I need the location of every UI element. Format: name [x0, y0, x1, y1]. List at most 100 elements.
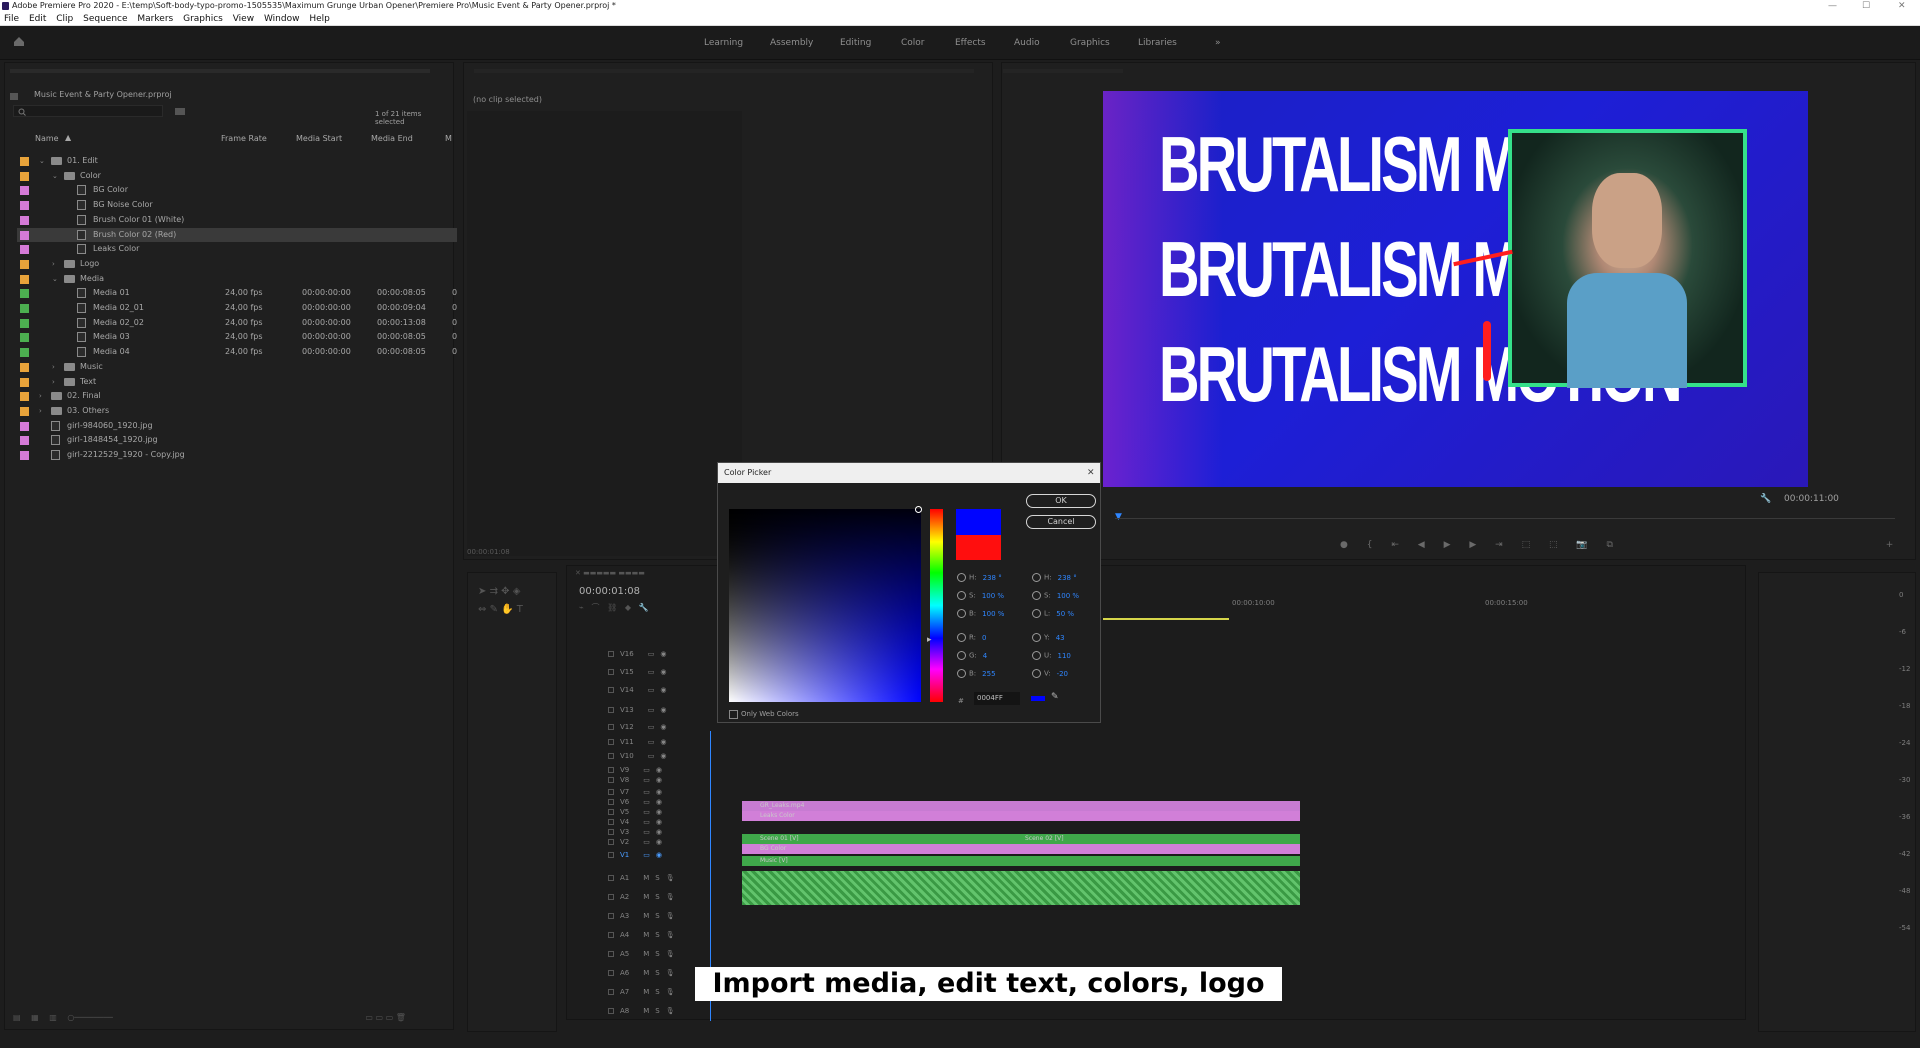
label-color-swatch[interactable] — [20, 406, 29, 416]
work-area-bar[interactable] — [1103, 618, 1229, 620]
track-header-a8[interactable]: A8 M S 🎙 — [608, 1007, 675, 1015]
minimize-icon[interactable]: — — [1828, 0, 1837, 12]
radio-button[interactable] — [1032, 609, 1041, 618]
color-field-right-3[interactable]: Y: 43 — [1032, 633, 1065, 642]
eye-icon[interactable]: ◉ — [660, 706, 666, 714]
track-select-icon[interactable]: ⇉ — [490, 586, 498, 597]
lift-icon[interactable]: ⬚ — [1522, 540, 1531, 550]
track-header-v4[interactable]: V4 ▭ ◉ — [608, 818, 662, 826]
menu-sequence[interactable]: Sequence — [83, 14, 127, 24]
eye-icon[interactable]: ◉ — [656, 766, 662, 774]
hue-slider-handle[interactable]: ▸ — [927, 635, 932, 645]
color-field-left-1[interactable]: S: 100 % — [957, 591, 1004, 600]
col-media-start[interactable]: Media Start — [296, 134, 342, 143]
mute-icon[interactable]: M — [643, 950, 649, 958]
selection-tool-icon[interactable]: ➤ — [478, 586, 486, 597]
project-item-row[interactable]: Leaks Color — [17, 242, 457, 256]
list-view-icon[interactable]: ▤ — [13, 1013, 21, 1022]
project-item-row[interactable]: › 02. Final — [17, 389, 457, 403]
radio-button[interactable] — [1032, 573, 1041, 582]
toggle-sync-icon[interactable]: ▭ — [643, 828, 650, 836]
toggle-sync-icon[interactable]: ▭ — [648, 650, 655, 658]
toggle-sync-icon[interactable]: ▭ — [643, 808, 650, 816]
project-item-row[interactable]: BG Noise Color — [17, 198, 457, 212]
marker-icon[interactable]: ● — [1340, 540, 1348, 550]
menu-edit[interactable]: Edit — [29, 14, 46, 24]
eye-icon[interactable]: ◉ — [660, 650, 666, 658]
color-field-right-5[interactable]: V: -20 — [1032, 669, 1068, 678]
eye-icon[interactable]: ◉ — [660, 738, 666, 746]
track-lock-icon[interactable] — [608, 753, 614, 759]
track-header-v14[interactable]: V14 ▭ ◉ — [608, 686, 666, 694]
color-field-left-5[interactable]: B: 255 — [957, 669, 996, 678]
label-color-swatch[interactable] — [20, 259, 29, 269]
menu-graphics[interactable]: Graphics — [183, 14, 223, 24]
new-bin-icon[interactable] — [175, 108, 185, 115]
chevron-right-icon[interactable]: › — [52, 360, 55, 374]
label-color-swatch[interactable] — [20, 201, 29, 211]
mute-icon[interactable]: M — [643, 893, 649, 901]
color-field-left-0[interactable]: H: 238 ° — [957, 573, 1002, 582]
radio-button[interactable] — [957, 573, 966, 582]
solo-icon[interactable]: S — [655, 988, 659, 996]
field-value[interactable]: 4 — [983, 652, 987, 660]
project-item-row[interactable]: Media 04 24,00 fps 00:00:00:00 00:00:08:05 0 — [17, 345, 457, 359]
timeline-settings-icon[interactable]: 🔧 — [639, 603, 649, 612]
label-color-swatch[interactable] — [20, 157, 29, 166]
chevron-right-icon[interactable]: › — [39, 389, 42, 403]
toggle-sync-icon[interactable]: ▭ — [648, 752, 655, 760]
pen-tool-icon[interactable]: ✎ — [490, 604, 498, 615]
color-field-right-2[interactable]: L: 50 % — [1032, 609, 1074, 618]
mute-icon[interactable]: M — [643, 988, 649, 996]
clip-bg-color[interactable]: BG Color — [742, 844, 1300, 854]
radio-button[interactable] — [1032, 651, 1041, 660]
track-header-a6[interactable]: A6 M S 🎙 — [608, 969, 675, 977]
go-to-out-icon[interactable]: ⇥ — [1495, 540, 1503, 550]
mute-icon[interactable]: M — [643, 1007, 649, 1015]
radio-button[interactable] — [1032, 633, 1041, 642]
color-field-left-3[interactable]: R: 0 — [957, 633, 986, 642]
audio-clip-music[interactable] — [742, 871, 1300, 905]
field-value[interactable]: 110 — [1057, 652, 1070, 660]
toggle-sync-icon[interactable]: ▭ — [643, 788, 650, 796]
label-color-swatch[interactable] — [20, 318, 29, 328]
solo-icon[interactable]: S — [655, 893, 659, 901]
workspace-effects[interactable]: Effects — [955, 38, 986, 48]
step-back-icon[interactable]: ◀ — [1418, 540, 1425, 550]
clip-music[interactable]: Music [V] — [742, 856, 1300, 866]
hand-tool-icon[interactable]: ✋ — [501, 604, 513, 615]
toggle-sync-icon[interactable]: ▭ — [643, 766, 650, 774]
radio-button[interactable] — [957, 669, 966, 678]
eye-icon[interactable]: ◉ — [656, 828, 662, 836]
toggle-sync-icon[interactable]: ▭ — [643, 818, 650, 826]
track-lock-icon[interactable] — [608, 687, 614, 693]
radio-button[interactable] — [957, 609, 966, 618]
workspace-assembly[interactable]: Assembly — [770, 38, 813, 48]
linked-selection-icon[interactable]: ⛓ — [607, 603, 617, 612]
solo-icon[interactable]: S — [655, 931, 659, 939]
field-value[interactable]: 100 % — [982, 610, 1004, 618]
menu-view[interactable]: View — [233, 14, 254, 24]
track-header-v6[interactable]: V6 ▭ ◉ — [608, 798, 662, 806]
project-search-input[interactable] — [13, 105, 163, 117]
mute-icon[interactable]: M — [643, 969, 649, 977]
menu-clip[interactable]: Clip — [56, 14, 73, 24]
radio-button[interactable] — [957, 591, 966, 600]
workspace-graphics[interactable]: Graphics — [1070, 38, 1110, 48]
radio-button[interactable] — [1032, 591, 1041, 600]
workspace-editing[interactable]: Editing — [840, 38, 871, 48]
eye-icon[interactable]: ◉ — [656, 838, 662, 846]
project-item-row[interactable]: girl-984060_1920.jpg — [17, 419, 457, 433]
menu-help[interactable]: Help — [309, 14, 330, 24]
field-value[interactable]: 43 — [1056, 634, 1065, 642]
label-color-swatch[interactable] — [20, 392, 29, 402]
maximize-icon[interactable]: ☐ — [1862, 0, 1870, 12]
track-header-v5[interactable]: V5 ▭ ◉ — [608, 808, 662, 816]
label-color-swatch[interactable] — [20, 304, 29, 313]
label-color-swatch[interactable] — [20, 230, 29, 240]
radio-button[interactable] — [957, 651, 966, 660]
extract-icon[interactable]: ⬚ — [1549, 540, 1558, 550]
project-item-row[interactable]: girl-2212529_1920 - Copy.jpg — [17, 448, 457, 462]
saturation-brightness-field[interactable] — [729, 506, 922, 702]
track-header-a7[interactable]: A7 M S 🎙 — [608, 988, 675, 996]
